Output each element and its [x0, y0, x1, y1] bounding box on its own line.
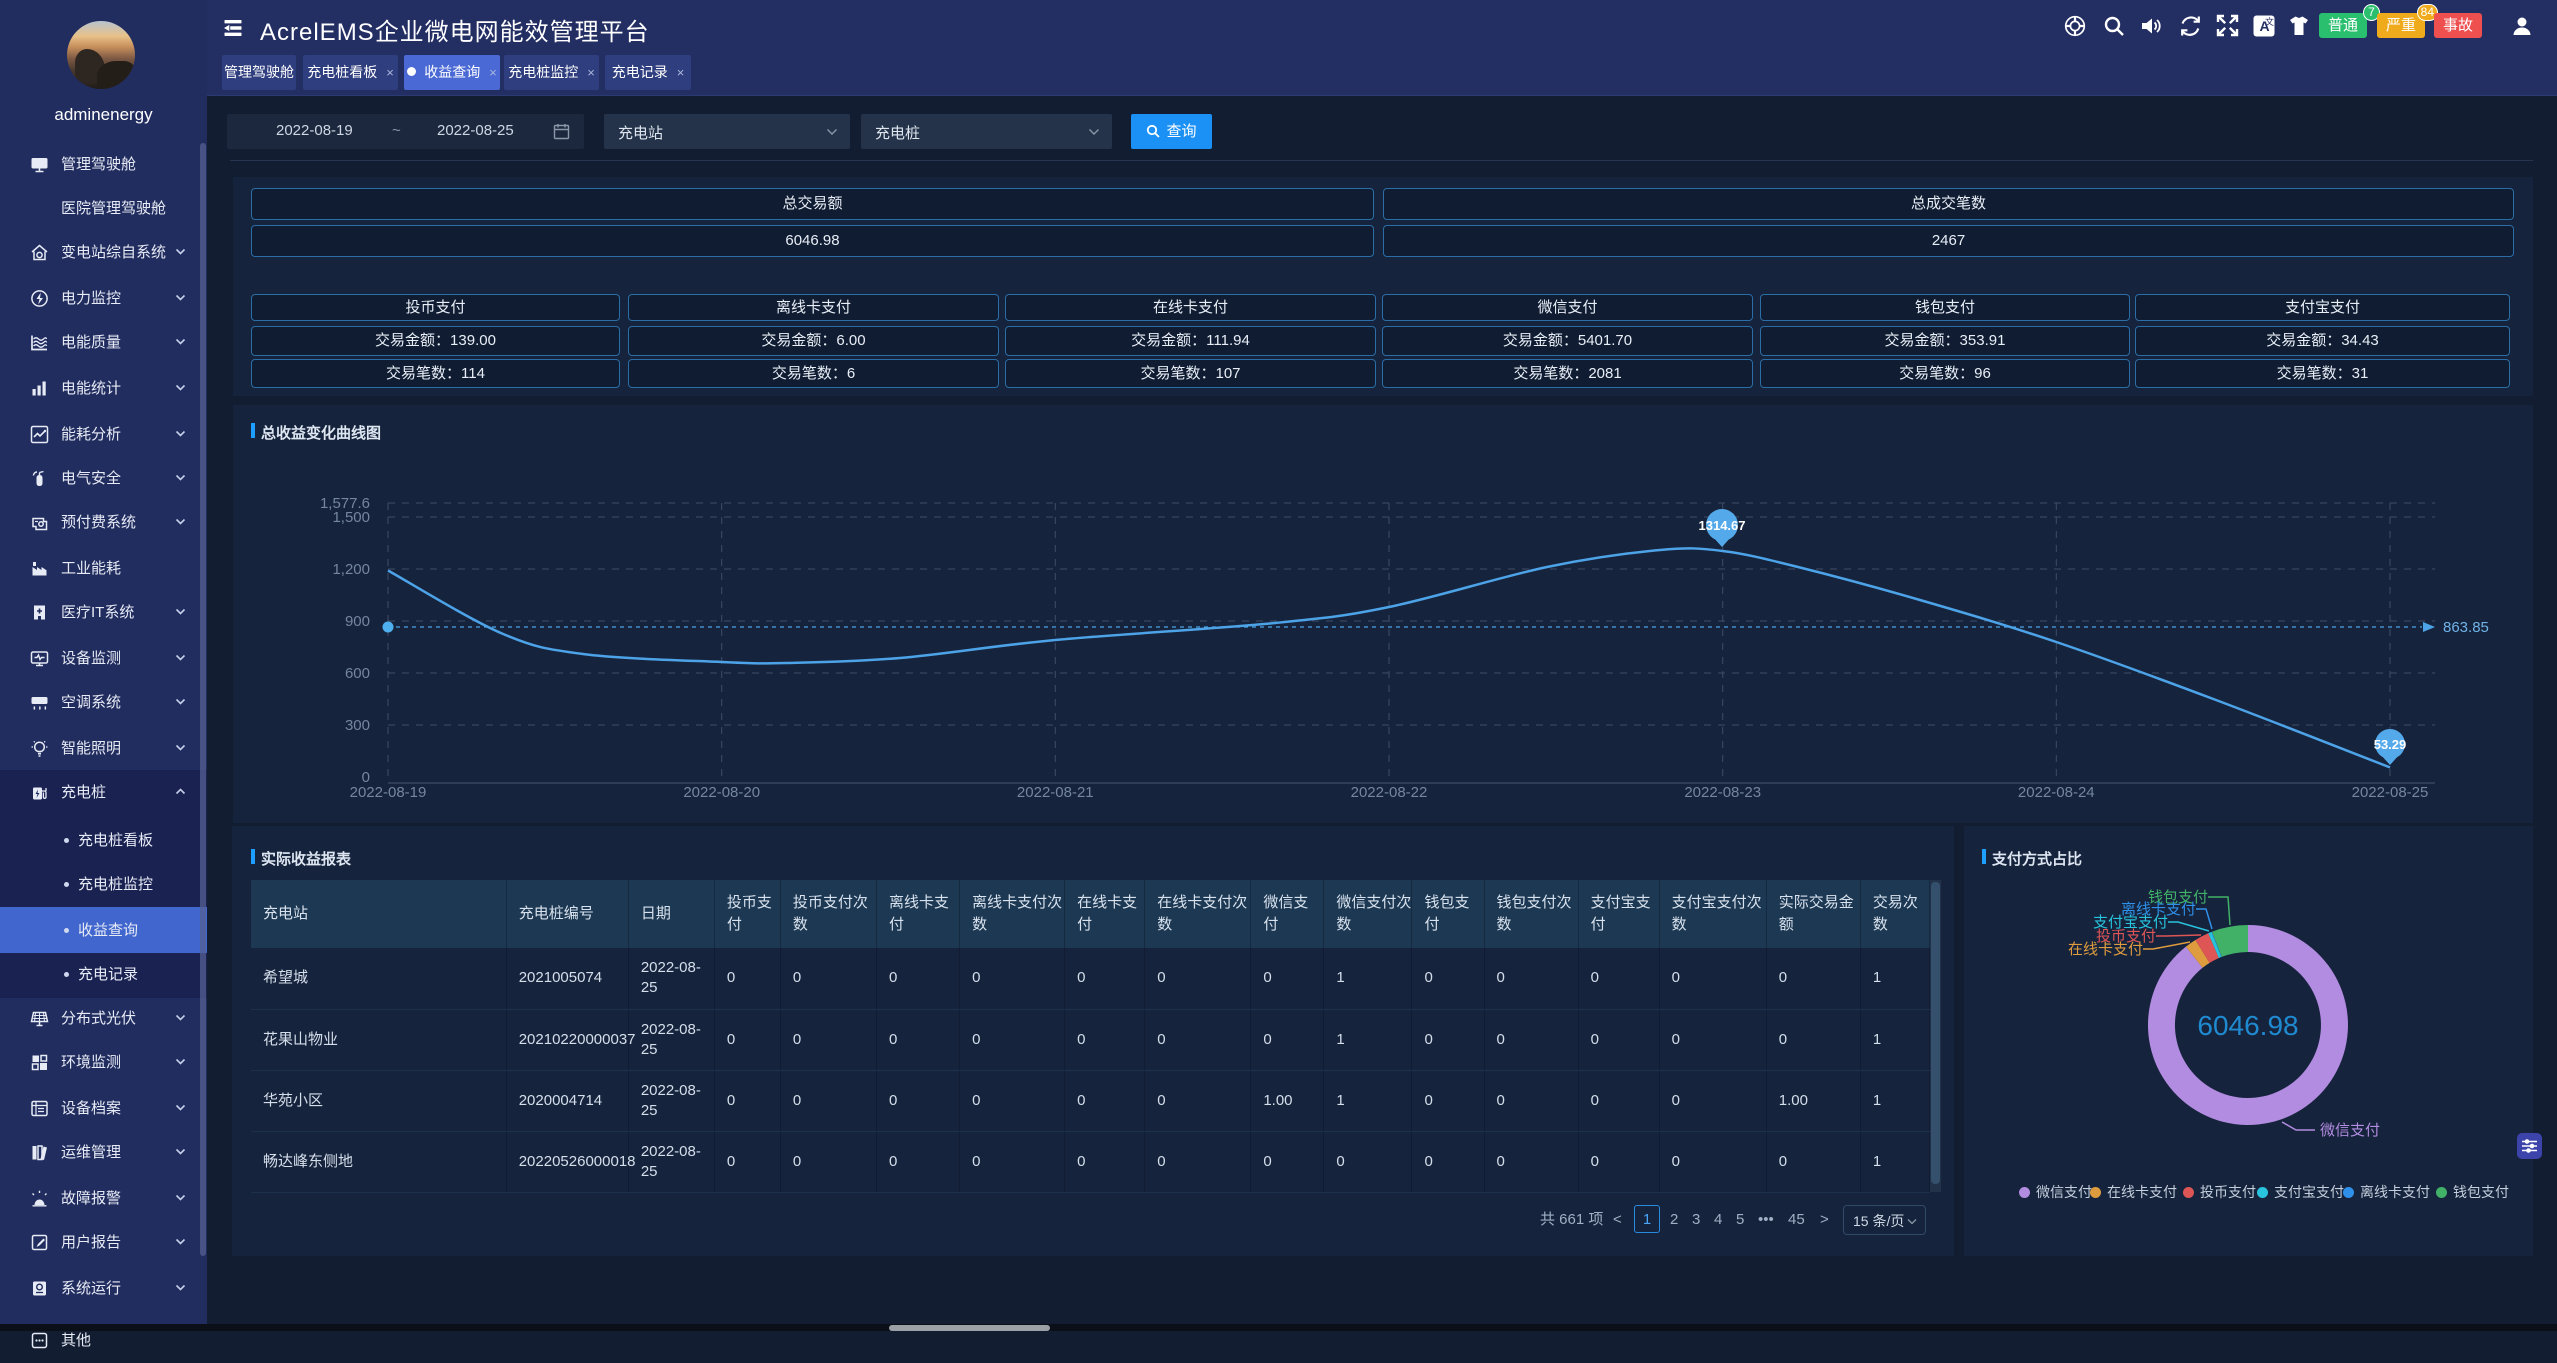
svg-text:文: 文: [2265, 16, 2274, 27]
